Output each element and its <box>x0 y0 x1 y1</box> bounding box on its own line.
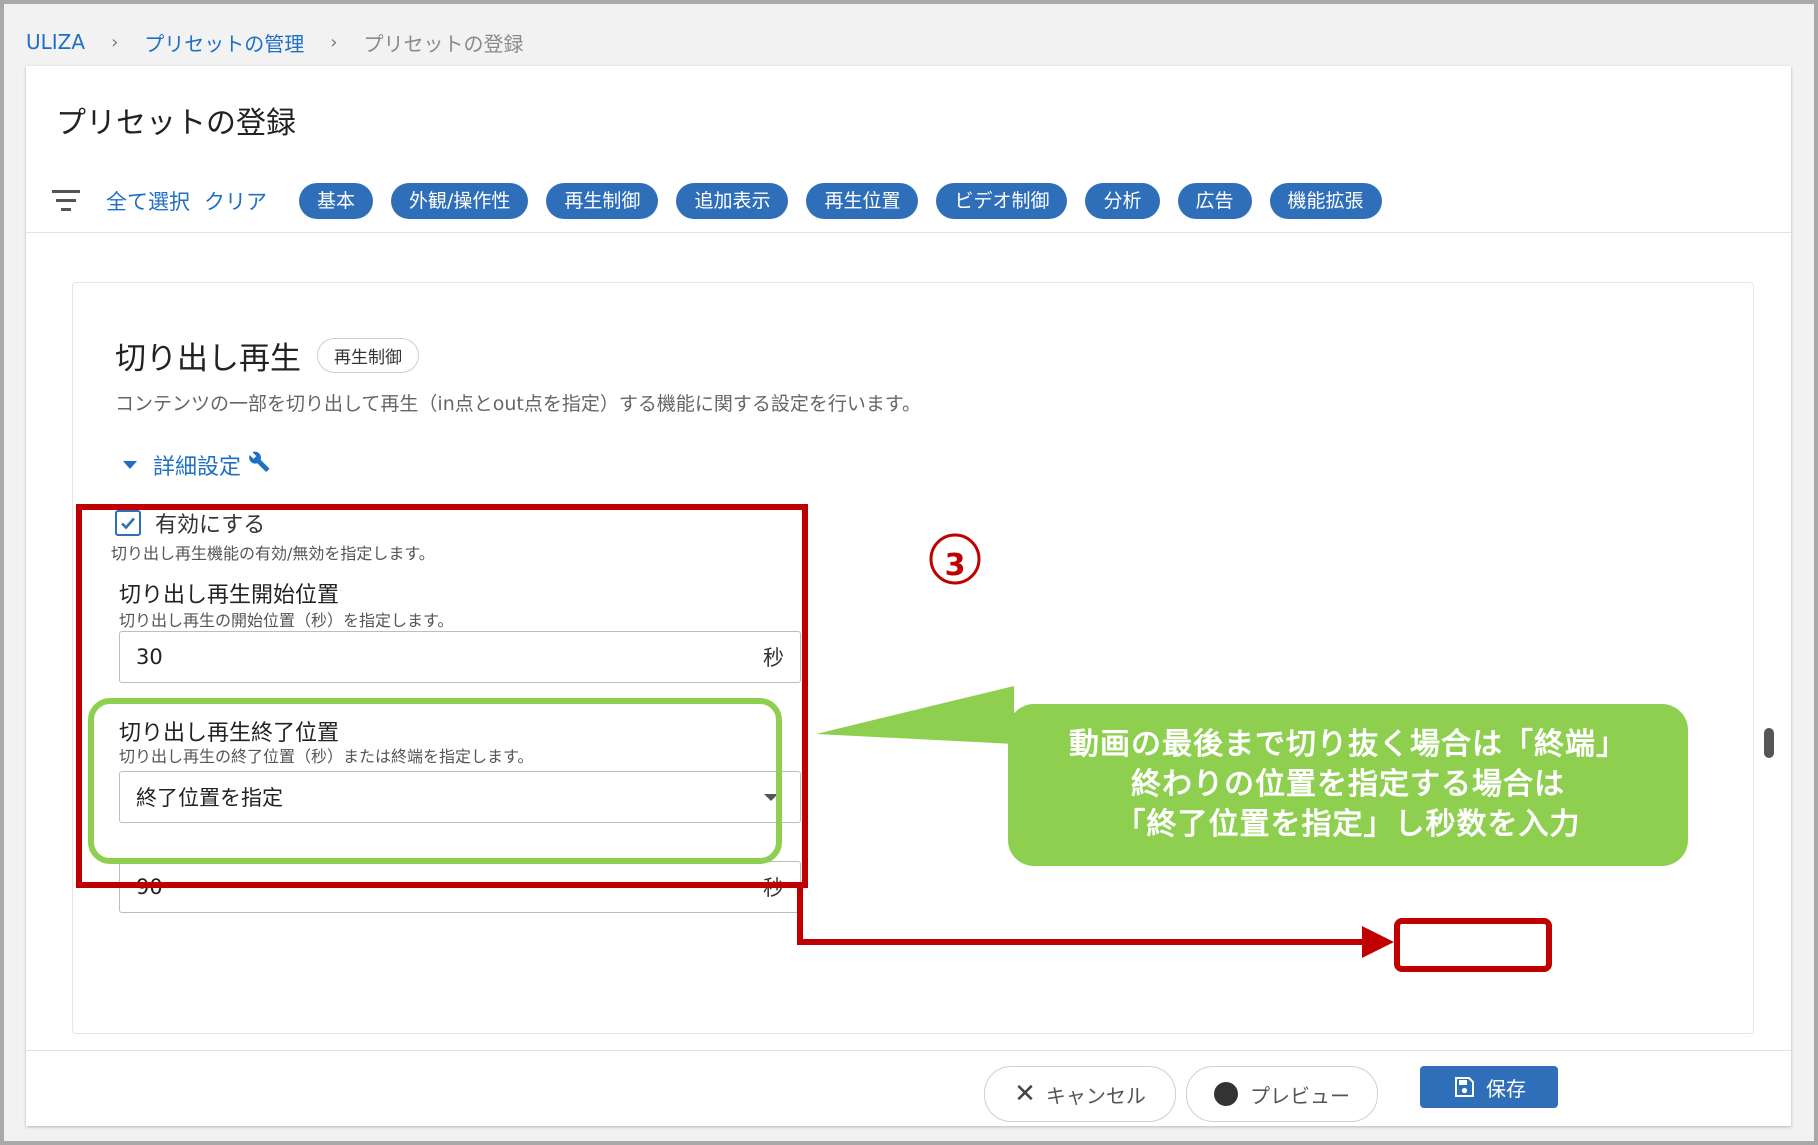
select-all-link[interactable]: 全て選択 <box>106 186 190 216</box>
footer-divider <box>26 1050 1791 1051</box>
callout-line-2: 終わりの位置を指定する場合は <box>1131 767 1565 802</box>
callout-bubble: 動画の最後まで切り抜く場合は「終端」 終わりの位置を指定する場合は 「終了位置を… <box>1008 704 1688 866</box>
category-filter-bar: 全て選択 クリア 基本 外観/操作性 再生制御 追加表示 再生位置 ビデオ制御 … <box>52 180 1382 222</box>
caret-down-icon <box>123 461 137 469</box>
chip-analytics[interactable]: 分析 <box>1085 183 1160 219</box>
section-category-tag: 再生制御 <box>317 338 419 373</box>
preview-button[interactable]: プレビュー <box>1186 1066 1378 1122</box>
page-title: プリセットの登録 <box>56 106 296 141</box>
chip-playback-position[interactable]: 再生位置 <box>806 183 919 219</box>
chip-ads[interactable]: 広告 <box>1177 183 1252 219</box>
step-number-badge: 3 <box>928 532 982 586</box>
callout-pointer <box>816 686 1014 744</box>
scrollbar-thumb[interactable] <box>1764 728 1774 758</box>
breadcrumb-root-link[interactable]: ULIZA <box>26 30 85 54</box>
close-icon: ✕ <box>1014 1079 1036 1109</box>
preview-icon <box>1214 1082 1238 1106</box>
breadcrumb-separator: › <box>330 31 338 53</box>
section-title: 切り出し再生 <box>115 341 301 377</box>
header-divider <box>26 232 1791 233</box>
save-button-label: 保存 <box>1486 1076 1526 1101</box>
annotation-green-box <box>88 698 782 864</box>
advanced-settings-label: 詳細設定 <box>153 455 242 480</box>
breadcrumb: ULIZA › プリセットの管理 › プリセットの登録 <box>26 26 523 58</box>
annotation-save-box <box>1394 918 1552 972</box>
cancel-button-label: キャンセル <box>1045 1083 1146 1108</box>
screenshot-frame: ULIZA › プリセットの管理 › プリセットの登録 プリセットの登録 全て選… <box>0 0 1818 1145</box>
chip-video-control[interactable]: ビデオ制御 <box>936 183 1068 219</box>
save-button[interactable]: 保存 <box>1420 1066 1558 1108</box>
annotation-arrow <box>797 886 1394 958</box>
clear-link[interactable]: クリア <box>204 186 267 216</box>
cancel-button[interactable]: ✕ キャンセル <box>984 1066 1176 1122</box>
wrench-icon <box>249 451 271 479</box>
breadcrumb-parent-link[interactable]: プリセットの管理 <box>144 28 304 57</box>
preview-button-label: プレビュー <box>1250 1083 1350 1108</box>
section-title-row: 切り出し再生 再生制御 <box>115 333 419 378</box>
advanced-settings-toggle[interactable]: 詳細設定 <box>123 449 271 481</box>
chip-basic[interactable]: 基本 <box>299 183 374 219</box>
chip-appearance[interactable]: 外観/操作性 <box>391 183 529 219</box>
filter-icon[interactable] <box>52 190 80 212</box>
section-description: コンテンツの一部を切り出して再生（in点とout点を指定）する機能に関する設定を… <box>115 393 921 415</box>
save-icon <box>1455 1077 1474 1097</box>
breadcrumb-current: プリセットの登録 <box>363 31 524 56</box>
chip-additional-display[interactable]: 追加表示 <box>676 183 789 219</box>
callout-line-1: 動画の最後まで切り抜く場合は「終端」 <box>1069 727 1627 762</box>
breadcrumb-separator: › <box>111 31 119 53</box>
callout-line-3: 「終了位置を指定」し秒数を入力 <box>1115 807 1581 842</box>
chip-extensions[interactable]: 機能拡張 <box>1269 183 1382 219</box>
chip-playback-control[interactable]: 再生制御 <box>546 183 659 219</box>
